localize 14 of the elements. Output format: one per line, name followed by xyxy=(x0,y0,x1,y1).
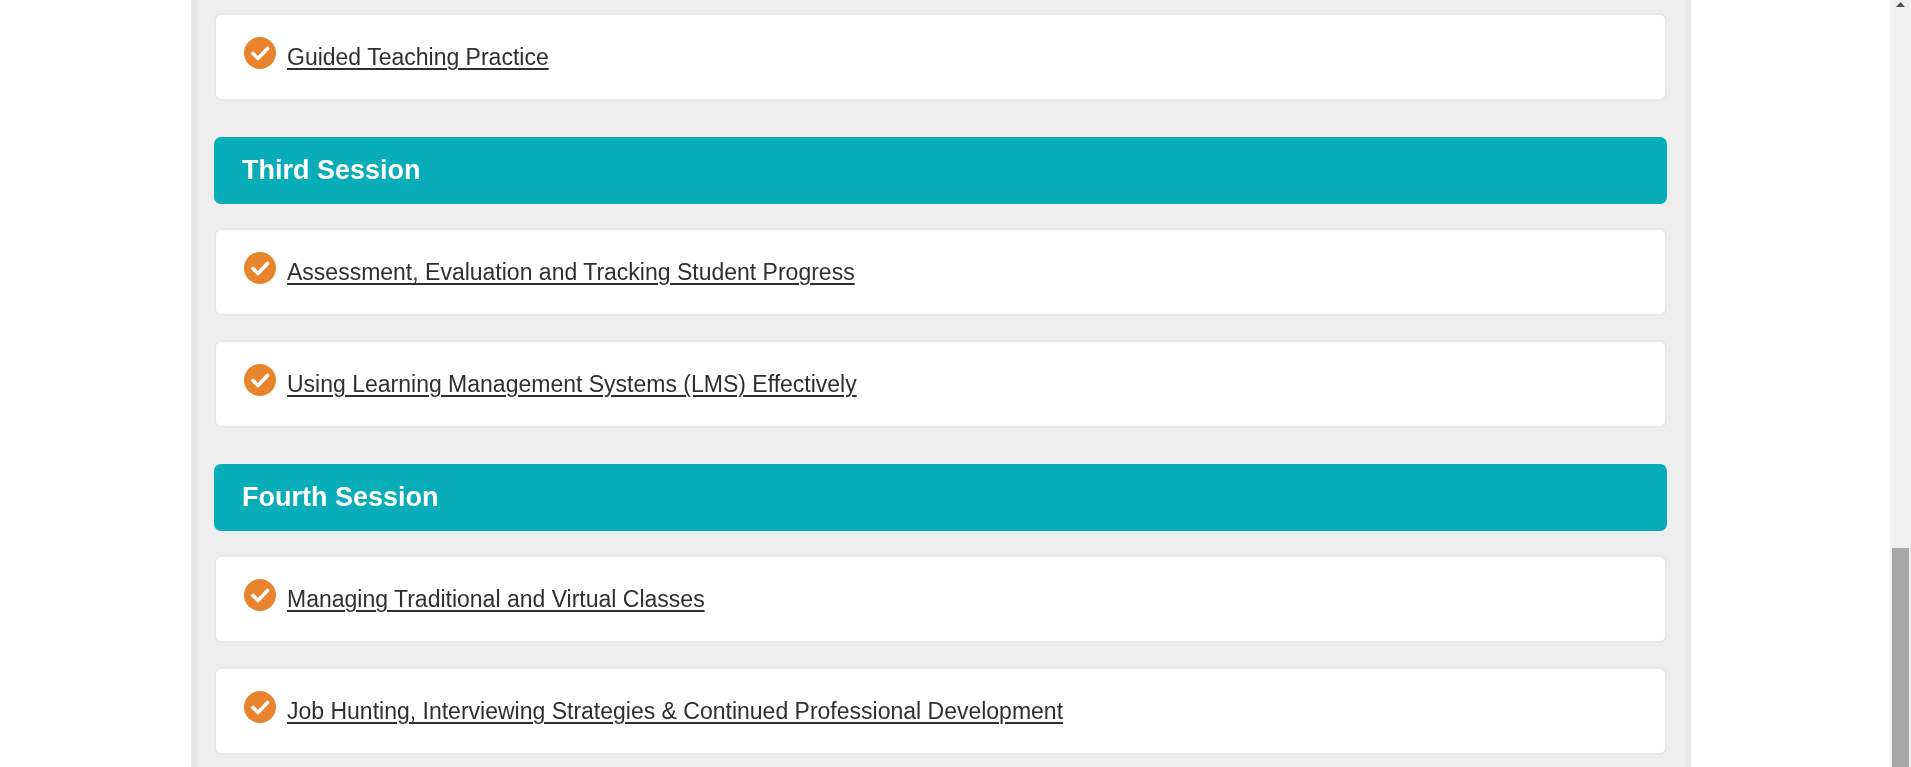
lesson-link[interactable]: Guided Teaching Practice xyxy=(287,37,549,77)
check-circle-icon xyxy=(244,252,276,284)
scrollbar-thumb[interactable] xyxy=(1892,548,1909,767)
lesson-link[interactable]: Managing Traditional and Virtual Classes xyxy=(287,579,705,619)
session-header: Fourth Session xyxy=(214,464,1667,531)
check-circle-icon xyxy=(244,364,276,396)
check-circle-icon xyxy=(244,579,276,611)
session-header: Third Session xyxy=(214,137,1667,204)
triangle-up-icon xyxy=(1896,2,1905,7)
check-circle-icon xyxy=(244,691,276,723)
check-circle-icon xyxy=(244,37,276,69)
lesson-link[interactable]: Job Hunting, Interviewing Strategies & Continued Professional Development xyxy=(287,691,1064,731)
lesson-link[interactable]: Using Learning Management Systems (LMS) Effectively xyxy=(287,364,857,404)
lesson-link[interactable]: Assessment, Evaluation and Tracking Student Progress xyxy=(287,252,855,292)
